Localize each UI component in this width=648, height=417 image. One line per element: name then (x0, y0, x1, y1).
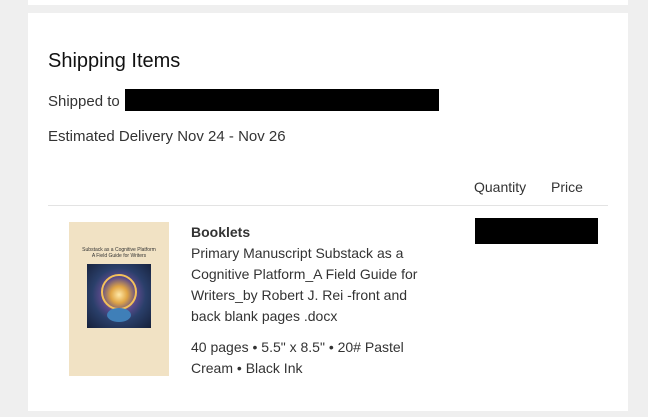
column-header-price: Price (551, 179, 583, 195)
shipped-to-row: Shipped to (48, 89, 439, 111)
item-specs: 40 pages • 5.5" x 8.5" • 20# Pastel Crea… (191, 339, 404, 376)
redacted-quantity-price (475, 218, 598, 244)
section-title: Shipping Items (48, 50, 181, 72)
item-description: Primary Manuscript Substack as a Cogniti… (191, 245, 418, 324)
shipped-to-label: Shipped to (48, 93, 120, 110)
previous-card-edge (28, 0, 628, 5)
thumbnail-title: Substack as a Cognitive Platform A Field… (82, 247, 156, 259)
redacted-address (125, 89, 439, 111)
shipping-items-card: Shipping Items Shipped to Estimated Deli… (28, 13, 628, 411)
column-header-quantity: Quantity (474, 179, 527, 195)
cover-artwork (87, 264, 151, 328)
estimated-delivery: Estimated Delivery Nov 24 - Nov 26 (48, 128, 286, 145)
header-divider (48, 205, 608, 206)
cover-artwork-ring (101, 274, 137, 310)
item-name: Booklets (191, 224, 251, 240)
cover-artwork-globe (107, 308, 131, 322)
booklet-cover-thumbnail: Substack as a Cognitive Platform A Field… (69, 222, 169, 376)
